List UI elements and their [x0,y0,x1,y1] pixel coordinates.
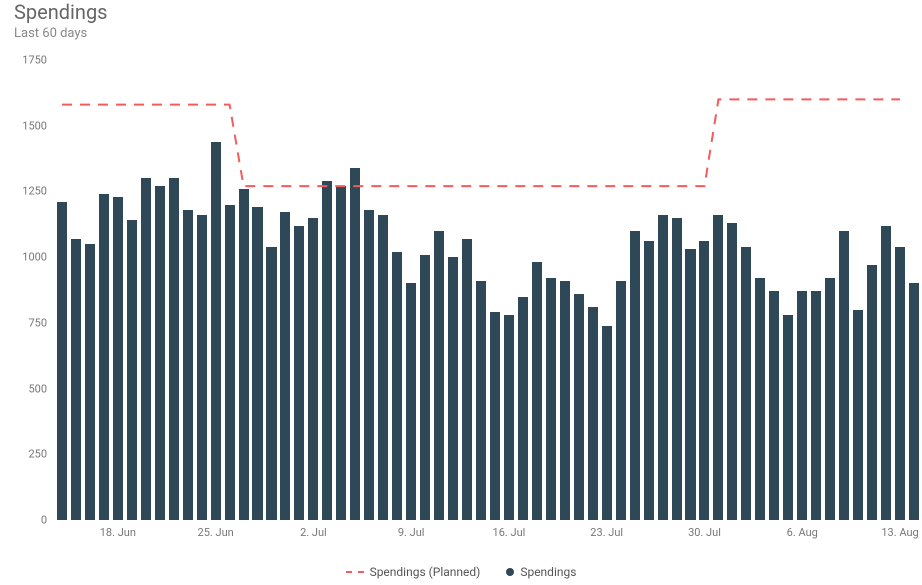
bar[interactable] [546,278,556,520]
bar[interactable] [197,215,207,520]
bar[interactable] [881,226,891,520]
bar[interactable] [392,252,402,520]
bar[interactable] [741,247,751,520]
bar[interactable] [420,255,430,520]
bar[interactable] [85,244,95,520]
bar[interactable] [630,231,640,520]
legend-label-spendings: Spendings [520,565,576,579]
bar[interactable] [434,231,444,520]
x-tick-label: 18. Jun [100,526,136,539]
bar[interactable] [602,326,612,521]
bar[interactable] [853,310,863,520]
bar[interactable] [811,291,821,520]
bar[interactable] [783,315,793,520]
x-tick-label: 16. Jul [493,526,526,539]
spendings-chart: Spendings Last 60 days 02505007501000125… [0,0,922,585]
dash-swatch-icon [346,571,364,573]
bar[interactable] [448,257,458,520]
bar[interactable] [252,207,262,520]
bar[interactable] [713,215,723,520]
bar[interactable] [57,202,67,520]
bar[interactable] [99,194,109,520]
legend: Spendings (Planned) Spendings [0,565,922,579]
bar[interactable] [699,241,709,520]
y-tick-label: 1500 [22,119,47,132]
chart-subtitle: Last 60 days [14,26,87,41]
bar[interactable] [127,220,137,520]
bar[interactable] [518,297,528,520]
y-tick-label: 250 [28,448,47,461]
bar[interactable] [322,181,332,520]
bar[interactable] [266,247,276,520]
x-tick-label: 25. Jun [198,526,234,539]
bar[interactable] [532,262,542,520]
bar[interactable] [588,307,598,520]
x-tick-label: 23. Jul [590,526,623,539]
bar[interactable] [644,241,654,520]
bar[interactable] [239,189,249,520]
x-tick-label: 13. Aug [881,526,918,539]
dot-swatch-icon [506,568,514,576]
bar[interactable] [616,281,626,520]
bar[interactable] [141,178,151,520]
bar[interactable] [797,291,807,520]
bar[interactable] [685,249,695,520]
bar[interactable] [867,265,877,520]
bar[interactable] [658,215,668,520]
bar[interactable] [406,283,416,520]
bar[interactable] [504,315,514,520]
y-tick-label: 500 [28,382,47,395]
y-tick-label: 1250 [22,185,47,198]
x-tick-label: 9. Jul [398,526,425,539]
bar[interactable] [183,210,193,520]
bar[interactable] [336,186,346,520]
bar[interactable] [308,218,318,520]
bar[interactable] [350,168,360,520]
bar[interactable] [113,197,123,520]
bar[interactable] [294,226,304,520]
x-tick-label: 2. Jul [300,526,327,539]
bar[interactable] [769,291,779,520]
bar[interactable] [71,239,81,520]
bar[interactable] [378,215,388,520]
bar[interactable] [364,210,374,520]
bar[interactable] [895,247,905,520]
bar[interactable] [476,281,486,520]
x-tick-label: 30. Jul [688,526,721,539]
legend-item-planned[interactable]: Spendings (Planned) [346,565,481,579]
bar[interactable] [211,142,221,521]
bar[interactable] [560,281,570,520]
bar[interactable] [755,278,765,520]
bar[interactable] [839,231,849,520]
chart-title: Spendings [14,0,108,24]
bar[interactable] [574,294,584,520]
bar[interactable] [727,223,737,520]
legend-label-planned: Spendings (Planned) [370,565,481,579]
y-tick-label: 1750 [22,54,47,67]
bar[interactable] [825,278,835,520]
bar[interactable] [490,312,500,520]
y-tick-label: 1000 [22,251,47,264]
bar[interactable] [155,186,165,520]
bar[interactable] [672,218,682,520]
bar[interactable] [225,205,235,520]
bar[interactable] [169,178,179,520]
y-tick-label: 0 [41,514,47,527]
plot-area[interactable]: 0250500750100012501500175018. Jun25. Jun… [55,60,907,520]
bar[interactable] [462,239,472,520]
x-tick-label: 6. Aug [787,526,818,539]
bar[interactable] [909,283,919,520]
legend-item-spendings[interactable]: Spendings [506,565,576,579]
bars-layer [55,60,907,520]
bar[interactable] [280,212,290,520]
y-tick-label: 750 [28,316,47,329]
